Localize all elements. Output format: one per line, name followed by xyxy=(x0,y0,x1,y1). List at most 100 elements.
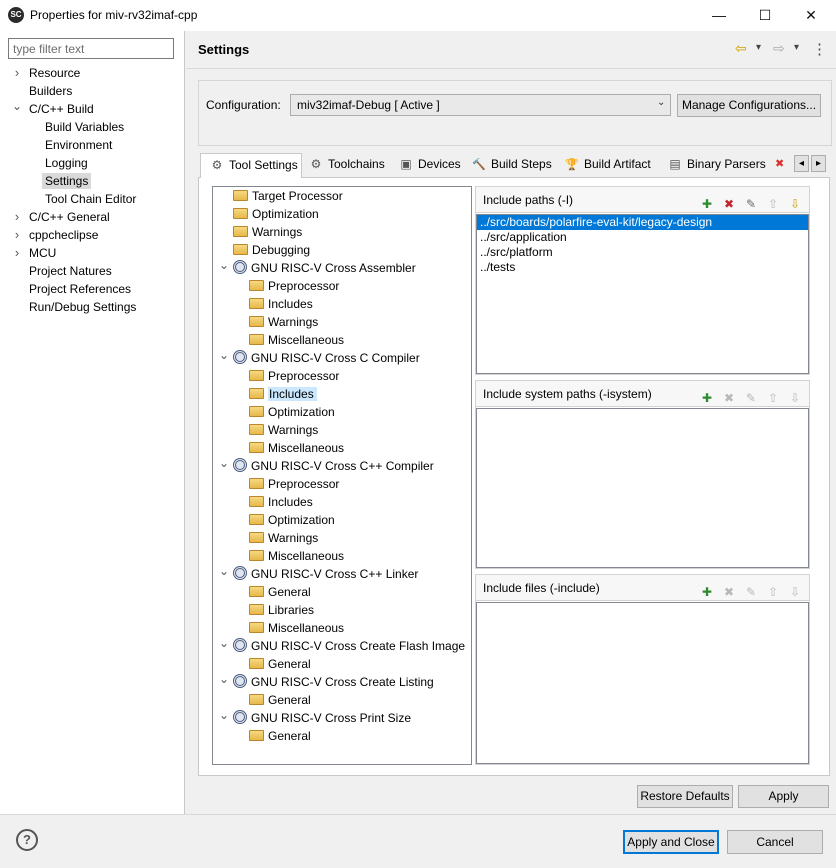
chevron-right-icon[interactable]: › xyxy=(12,226,22,244)
tab-build-steps[interactable]: 🔨 Build Steps xyxy=(471,153,557,177)
forward-dropdown-icon[interactable]: ▾ xyxy=(794,42,799,53)
edit-icon[interactable]: ✎ xyxy=(743,390,759,406)
tab-toolchains[interactable]: ⚙ Toolchains xyxy=(308,153,394,177)
forward-arrow-icon[interactable]: ⇨ xyxy=(773,40,785,57)
sidebar-item[interactable]: Builders xyxy=(29,82,72,100)
tree-node[interactable]: Target Processor xyxy=(233,187,343,205)
move-up-icon[interactable]: ⇧ xyxy=(765,390,781,406)
back-arrow-icon[interactable]: ⇦ xyxy=(735,40,747,57)
chevron-down-icon[interactable]: ⌄ xyxy=(219,346,229,364)
tree-node[interactable]: Warnings xyxy=(249,529,318,547)
tree-node[interactable]: ⌄ GNU RISC-V Cross C++ Compiler xyxy=(219,456,434,475)
tree-node[interactable]: Warnings xyxy=(249,421,318,439)
restore-defaults-button[interactable]: Restore Defaults xyxy=(637,785,733,808)
manage-configurations-button[interactable]: Manage Configurations... xyxy=(677,94,821,117)
tab-scroll-right-button[interactable]: ▸ xyxy=(811,155,826,172)
tree-node[interactable]: Miscellaneous xyxy=(249,331,344,349)
tab-scroll-left-button[interactable]: ◂ xyxy=(794,155,809,172)
edit-icon[interactable]: ✎ xyxy=(743,584,759,600)
list-item[interactable]: ../src/platform xyxy=(477,245,808,260)
tree-node[interactable]: ⌄ GNU RISC-V Cross Create Listing xyxy=(219,672,434,691)
minimize-button[interactable]: — xyxy=(696,0,742,31)
tab-build-artifact[interactable]: 🏆 Build Artifact xyxy=(564,153,660,177)
tree-node[interactable]: ⌄ GNU RISC-V Cross C Compiler xyxy=(219,348,420,367)
move-down-icon[interactable]: ⇩ xyxy=(787,196,803,212)
include-list[interactable]: ../src/boards/polarfire-eval-kit/legacy-… xyxy=(476,214,809,374)
chevron-down-icon[interactable]: ⌄ xyxy=(219,562,229,580)
tree-node[interactable]: Preprocessor xyxy=(249,475,339,493)
tool-settings-tree[interactable]: Target Processor Optimization Warnings Debu… xyxy=(212,186,472,765)
sidebar-item[interactable]: Logging xyxy=(45,154,88,172)
maximize-button[interactable]: ☐ xyxy=(742,0,788,31)
configuration-select[interactable]: miv32imaf-Debug [ Active ] xyxy=(290,94,671,116)
tree-node[interactable]: Includes xyxy=(249,295,313,313)
tree-node[interactable]: General xyxy=(249,583,311,601)
apply-button[interactable]: Apply xyxy=(738,785,829,808)
close-button[interactable]: ✕ xyxy=(788,0,834,31)
sidebar-item[interactable]: Build Variables xyxy=(45,118,124,136)
apply-and-close-button[interactable]: Apply and Close xyxy=(623,830,719,854)
sidebar-item[interactable]: Project References xyxy=(29,280,131,298)
tree-node[interactable]: ⌄ GNU RISC-V Cross Create Flash Image xyxy=(219,636,465,655)
tree-node[interactable]: Miscellaneous xyxy=(249,619,344,637)
chevron-down-icon[interactable]: ⌄ xyxy=(219,670,229,688)
sidebar-item[interactable]: Project Natures xyxy=(29,262,112,280)
tab-binary-parsers[interactable]: ▤ Binary Parsers xyxy=(667,153,767,177)
back-dropdown-icon[interactable]: ▾ xyxy=(756,42,761,53)
sidebar-item[interactable]: Settings xyxy=(42,172,92,190)
filter-input[interactable] xyxy=(8,38,174,59)
move-down-icon[interactable]: ⇩ xyxy=(787,584,803,600)
help-icon[interactable]: ? xyxy=(16,829,38,851)
list-item[interactable]: ../src/boards/polarfire-eval-kit/legacy-… xyxy=(477,215,808,230)
move-up-icon[interactable]: ⇧ xyxy=(765,584,781,600)
sidebar-item[interactable]: › Resource xyxy=(15,64,81,82)
tree-node[interactable]: General xyxy=(249,655,311,673)
chevron-down-icon[interactable]: ⌄ xyxy=(219,706,229,724)
include-list[interactable] xyxy=(476,602,809,764)
sidebar-item[interactable]: › C/C++ General xyxy=(15,208,110,226)
delete-icon[interactable]: ✖ xyxy=(721,584,737,600)
tree-node[interactable]: Warnings xyxy=(249,313,318,331)
chevron-right-icon[interactable]: › xyxy=(12,208,22,226)
tree-node[interactable]: Includes xyxy=(249,493,313,511)
tree-node[interactable]: Warnings xyxy=(233,223,302,241)
tree-node[interactable]: ⌄ GNU RISC-V Cross Print Size xyxy=(219,708,411,727)
tree-node[interactable]: ⌄ GNU RISC-V Cross C++ Linker xyxy=(219,564,418,583)
add-icon[interactable]: ✚ xyxy=(699,390,715,406)
sidebar-item[interactable]: › MCU xyxy=(15,244,57,262)
tree-node[interactable]: Libraries xyxy=(249,601,314,619)
chevron-right-icon[interactable]: › xyxy=(12,64,22,82)
list-item[interactable]: ../tests xyxy=(477,260,808,275)
add-icon[interactable]: ✚ xyxy=(699,584,715,600)
chevron-right-icon[interactable]: › xyxy=(12,244,22,262)
sidebar-item[interactable]: Run/Debug Settings xyxy=(29,298,136,316)
sidebar-item[interactable]: › cppcheclipse xyxy=(15,226,99,244)
tree-node[interactable]: Optimization xyxy=(233,205,319,223)
delete-icon[interactable]: ✖ xyxy=(721,196,737,212)
include-list[interactable] xyxy=(476,408,809,568)
move-down-icon[interactable]: ⇩ xyxy=(787,390,803,406)
chevron-down-icon[interactable]: ⌄ xyxy=(657,97,665,108)
chevron-down-icon[interactable]: ⌄ xyxy=(219,634,229,652)
tree-node[interactable]: Preprocessor xyxy=(249,277,339,295)
tree-node[interactable]: ⌄ GNU RISC-V Cross Assembler xyxy=(219,258,416,277)
chevron-down-icon[interactable]: ⌄ xyxy=(219,454,229,472)
panel-divider[interactable] xyxy=(184,31,185,814)
edit-icon[interactable]: ✎ xyxy=(743,196,759,212)
tab-devices[interactable]: ▣ Devices xyxy=(398,153,466,177)
list-item[interactable]: ../src/application xyxy=(477,230,808,245)
tab-tool-settings[interactable]: ⚙ Tool Settings xyxy=(200,153,302,178)
sidebar-item[interactable]: ⌄ C/C++ Build xyxy=(12,99,94,118)
sidebar-item[interactable]: Environment xyxy=(45,136,112,154)
chevron-down-icon[interactable]: ⌄ xyxy=(12,97,22,115)
delete-icon[interactable]: ✖ xyxy=(721,390,737,406)
tree-node[interactable]: Optimization xyxy=(249,511,335,529)
tree-node[interactable]: Debugging xyxy=(233,241,310,259)
tree-node[interactable]: Miscellaneous xyxy=(249,547,344,565)
move-up-icon[interactable]: ⇧ xyxy=(765,196,781,212)
sidebar-item[interactable]: Tool Chain Editor xyxy=(45,190,136,208)
tree-node[interactable]: General xyxy=(249,691,311,709)
tree-node[interactable]: Miscellaneous xyxy=(249,439,344,457)
tree-node[interactable]: General xyxy=(249,727,311,745)
cancel-button[interactable]: Cancel xyxy=(727,830,823,854)
